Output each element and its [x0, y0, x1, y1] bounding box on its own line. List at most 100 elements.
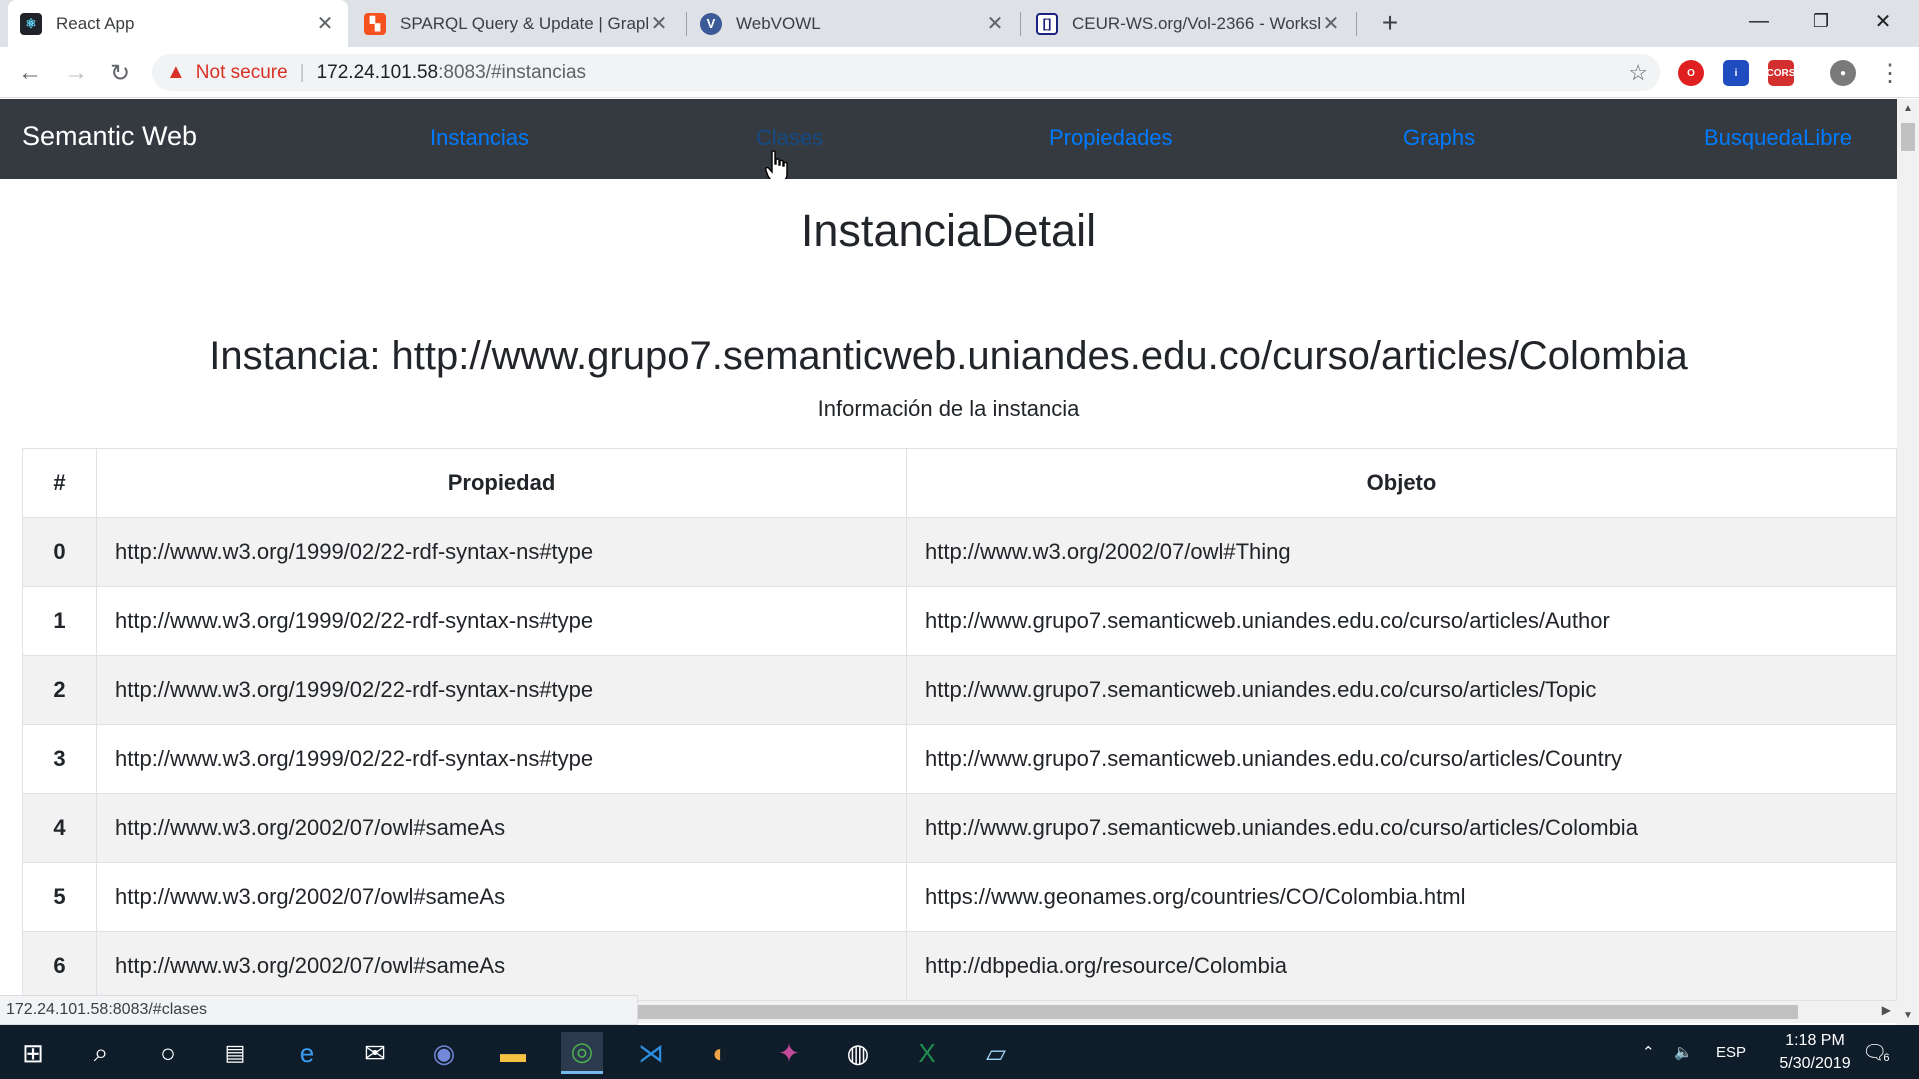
close-icon[interactable]: ✕	[1320, 11, 1342, 36]
mail-icon[interactable]: ✉	[354, 1032, 396, 1074]
protege-icon[interactable]: ✦	[768, 1032, 810, 1074]
instance-properties-table: # Propiedad Objeto 0 http://www.w3.org/1…	[22, 448, 1897, 1001]
address-divider: |	[299, 61, 305, 83]
reload-icon[interactable]: ↻	[104, 57, 136, 89]
minimize-icon[interactable]: —	[1728, 0, 1790, 42]
input-language[interactable]: ESP	[1716, 1025, 1746, 1079]
scroll-right-arrow-icon[interactable]: ▶	[1882, 1003, 1891, 1017]
row-objeto: https://www.geonames.org/countries/CO/Co…	[906, 862, 1897, 932]
excel-icon[interactable]: X	[906, 1032, 948, 1074]
instance-subtitle: Información de la instancia	[817, 396, 1080, 421]
scroll-down-arrow-icon[interactable]: ▼	[1897, 1010, 1919, 1021]
row-propiedad: http://www.w3.org/2002/07/owl#sameAs	[96, 862, 907, 932]
table-row: 4 http://www.w3.org/2002/07/owl#sameAs h…	[22, 793, 1897, 863]
window-close-icon[interactable]: ✕	[1852, 0, 1914, 42]
horizontal-scroll-thumb[interactable]	[630, 1005, 1798, 1019]
row-propiedad: http://www.w3.org/2002/07/owl#sameAs	[96, 793, 907, 863]
instance-heading: Instancia: http://www.grupo7.semanticweb…	[209, 334, 1688, 378]
nav-clases[interactable]: Clases	[756, 125, 823, 151]
action-center-icon[interactable]: 🗨 6	[1862, 1025, 1890, 1079]
column-header-index: #	[22, 448, 97, 518]
row-propiedad: http://www.w3.org/1999/02/22-rdf-syntax-…	[96, 724, 907, 794]
close-icon[interactable]: ✕	[314, 11, 336, 36]
translate-extension-icon[interactable]: i	[1723, 60, 1749, 86]
address-host: 172.24.101.58	[316, 61, 439, 83]
brand-logo-text[interactable]: Semantic Web	[22, 121, 197, 152]
eclipse-icon[interactable]: ◐	[699, 1032, 741, 1074]
webvowl-icon: V	[700, 12, 722, 35]
search-icon[interactable]: ⌕	[80, 1032, 122, 1074]
row-index: 1	[22, 586, 97, 656]
tab-react-app[interactable]: ⚛ React App ✕	[8, 0, 348, 47]
notification-count: 6	[1883, 1052, 1890, 1064]
tab-divider	[686, 12, 687, 36]
discord-icon[interactable]: ◉	[423, 1032, 465, 1074]
tab-webvowl[interactable]: V WebVOWL ✕	[688, 0, 1018, 47]
profile-avatar-icon[interactable]: ●	[1830, 60, 1856, 86]
vertical-scrollbar[interactable]: ▲ ▼	[1897, 99, 1919, 1025]
nav-graphs[interactable]: Graphs	[1403, 125, 1475, 151]
system-clock[interactable]: 1:18 PM 5/30/2019	[1760, 1029, 1870, 1075]
scroll-up-arrow-icon[interactable]: ▲	[1897, 103, 1919, 114]
warning-triangle-icon: ▲	[166, 61, 186, 83]
row-index: 4	[22, 793, 97, 863]
bookmark-star-icon[interactable]: ☆	[1628, 60, 1648, 86]
table-row: 6 http://www.w3.org/2002/07/owl#sameAs h…	[22, 931, 1897, 1001]
nav-busquedalibre[interactable]: BusquedaLibre	[1704, 125, 1852, 151]
vscode-icon[interactable]: ⋊	[630, 1032, 672, 1074]
link-status-bar: 172.24.101.58:8083/#clases	[0, 995, 638, 1025]
cors-extension-icon[interactable]: CORS	[1767, 60, 1795, 86]
windows-start-icon[interactable]: ⊞	[12, 1032, 54, 1074]
table-header-row: # Propiedad Objeto	[22, 448, 1897, 518]
volume-icon[interactable]: 🔈	[1674, 1025, 1693, 1079]
windows-taskbar: ⊞ ⌕ ○ ▤ e ✉ ◉ ▬ ◎ ⋊ ◐ ✦ ◍ X ▱ ⌃ 🔈 ESP 1:…	[0, 1025, 1919, 1079]
ceur-icon: []	[1036, 12, 1058, 35]
column-header-propiedad: Propiedad	[96, 448, 907, 518]
close-icon[interactable]: ✕	[648, 11, 670, 36]
table-row: 3 http://www.w3.org/1999/02/22-rdf-synta…	[22, 724, 1897, 794]
nav-instancias[interactable]: Instancias	[430, 125, 529, 151]
nav-propiedades[interactable]: Propiedades	[1049, 125, 1173, 151]
address-path: :8083/#instancias	[438, 61, 587, 83]
task-view-icon[interactable]: ▤	[214, 1032, 256, 1074]
row-objeto: http://dbpedia.org/resource/Colombia	[906, 931, 1897, 1001]
tab-title: React App	[56, 13, 135, 33]
not-secure-label[interactable]: Not secure	[196, 62, 288, 84]
restore-icon[interactable]: ❐	[1790, 0, 1852, 42]
tab-title: WebVOWL	[736, 13, 821, 33]
row-objeto: http://www.grupo7.semanticweb.uniandes.e…	[906, 724, 1897, 794]
row-propiedad: http://www.w3.org/2002/07/owl#sameAs	[96, 931, 907, 1001]
forward-arrow-icon[interactable]: →	[60, 57, 92, 89]
new-tab-plus-icon[interactable]: +	[1372, 5, 1408, 41]
row-index: 3	[22, 724, 97, 794]
page-title: InstanciaDetail	[800, 205, 1097, 256]
clock-date: 5/30/2019	[1779, 1055, 1851, 1072]
edge-icon[interactable]: e	[286, 1032, 328, 1074]
row-propiedad: http://www.w3.org/1999/02/22-rdf-syntax-…	[96, 586, 907, 656]
address-bar[interactable]: ▲ Not secure | 172.24.101.58 :8083/#inst…	[152, 54, 1660, 91]
table-row: 1 http://www.w3.org/1999/02/22-rdf-synta…	[22, 586, 1897, 656]
tab-divider	[1020, 12, 1021, 36]
opera-extension-icon[interactable]: O	[1678, 60, 1704, 86]
show-hidden-icons-chevron-icon[interactable]: ⌃	[1642, 1025, 1655, 1079]
back-arrow-icon[interactable]: ←	[14, 57, 46, 89]
menu-dots-icon[interactable]: ⋮	[1874, 57, 1906, 89]
close-icon[interactable]: ✕	[984, 11, 1006, 36]
vertical-scroll-thumb[interactable]	[1901, 123, 1915, 151]
column-header-objeto: Objeto	[906, 448, 1897, 518]
table-row: 5 http://www.w3.org/2002/07/owl#sameAs h…	[22, 862, 1897, 932]
row-propiedad: http://www.w3.org/1999/02/22-rdf-syntax-…	[96, 517, 907, 587]
tab-ceur[interactable]: [] CEUR-WS.org/Vol-2366 - Worksh ✕	[1024, 0, 1354, 47]
row-objeto: http://www.w3.org/2002/07/owl#Thing	[906, 517, 1897, 587]
app-navbar: Semantic Web Instancias Clases Propiedad…	[0, 99, 1897, 179]
browser-toolbar: ← → ↻ ▲ Not secure | 172.24.101.58 :8083…	[0, 47, 1919, 98]
notepad-icon[interactable]: ▱	[975, 1032, 1017, 1074]
tab-sparql[interactable]: ▚ SPARQL Query & Update | Graph ✕	[352, 0, 682, 47]
table-row: 0 http://www.w3.org/1999/02/22-rdf-synta…	[22, 517, 1897, 587]
row-objeto: http://www.grupo7.semanticweb.uniandes.e…	[906, 655, 1897, 725]
chrome-icon[interactable]: ◎	[561, 1032, 603, 1074]
file-explorer-icon[interactable]: ▬	[492, 1032, 534, 1074]
row-objeto: http://www.grupo7.semanticweb.uniandes.e…	[906, 586, 1897, 656]
cortana-icon[interactable]: ○	[147, 1032, 189, 1074]
obs-icon[interactable]: ◍	[837, 1032, 879, 1074]
